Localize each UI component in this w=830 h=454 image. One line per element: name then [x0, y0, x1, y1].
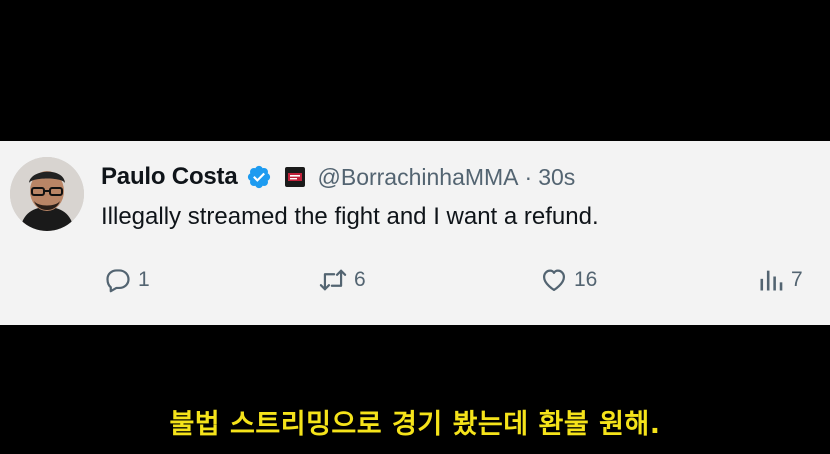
avatar[interactable] — [10, 157, 84, 231]
tweet-header: Paulo Costa @BorrachinhaMMA · 30s — [101, 161, 575, 193]
views-chart-icon — [760, 270, 783, 291]
retweet-button[interactable]: 6 — [318, 265, 366, 295]
video-frame: Paulo Costa @BorrachinhaMMA · 30s Illega… — [0, 0, 830, 454]
tweet-timestamp[interactable]: 30s — [538, 164, 575, 191]
video-subtitle: 불법 스트리밍으로 경기 봤는데 환불 원해. — [169, 409, 661, 440]
views-count: 7 — [791, 268, 803, 291]
author-handle[interactable]: @BorrachinhaMMA — [318, 164, 519, 191]
affiliate-badge-icon[interactable] — [284, 166, 306, 188]
retweet-count: 6 — [354, 268, 366, 291]
verified-badge-icon[interactable] — [246, 164, 272, 190]
like-button[interactable]: 16 — [540, 265, 597, 295]
tweet-text: Illegally streamed the fight and I want … — [101, 203, 599, 230]
author-display-name[interactable]: Paulo Costa — [101, 163, 238, 191]
reply-icon — [106, 269, 130, 293]
reply-count: 1 — [138, 268, 150, 291]
avatar-image — [10, 157, 84, 231]
header-separator: · — [524, 163, 533, 190]
like-count: 16 — [574, 268, 598, 291]
retweet-icon — [319, 269, 347, 291]
heart-icon — [542, 269, 566, 292]
views-button[interactable]: 7 — [757, 265, 803, 295]
reply-button[interactable]: 1 — [104, 265, 150, 295]
tweet-card[interactable]: Paulo Costa @BorrachinhaMMA · 30s Illega… — [0, 141, 830, 325]
